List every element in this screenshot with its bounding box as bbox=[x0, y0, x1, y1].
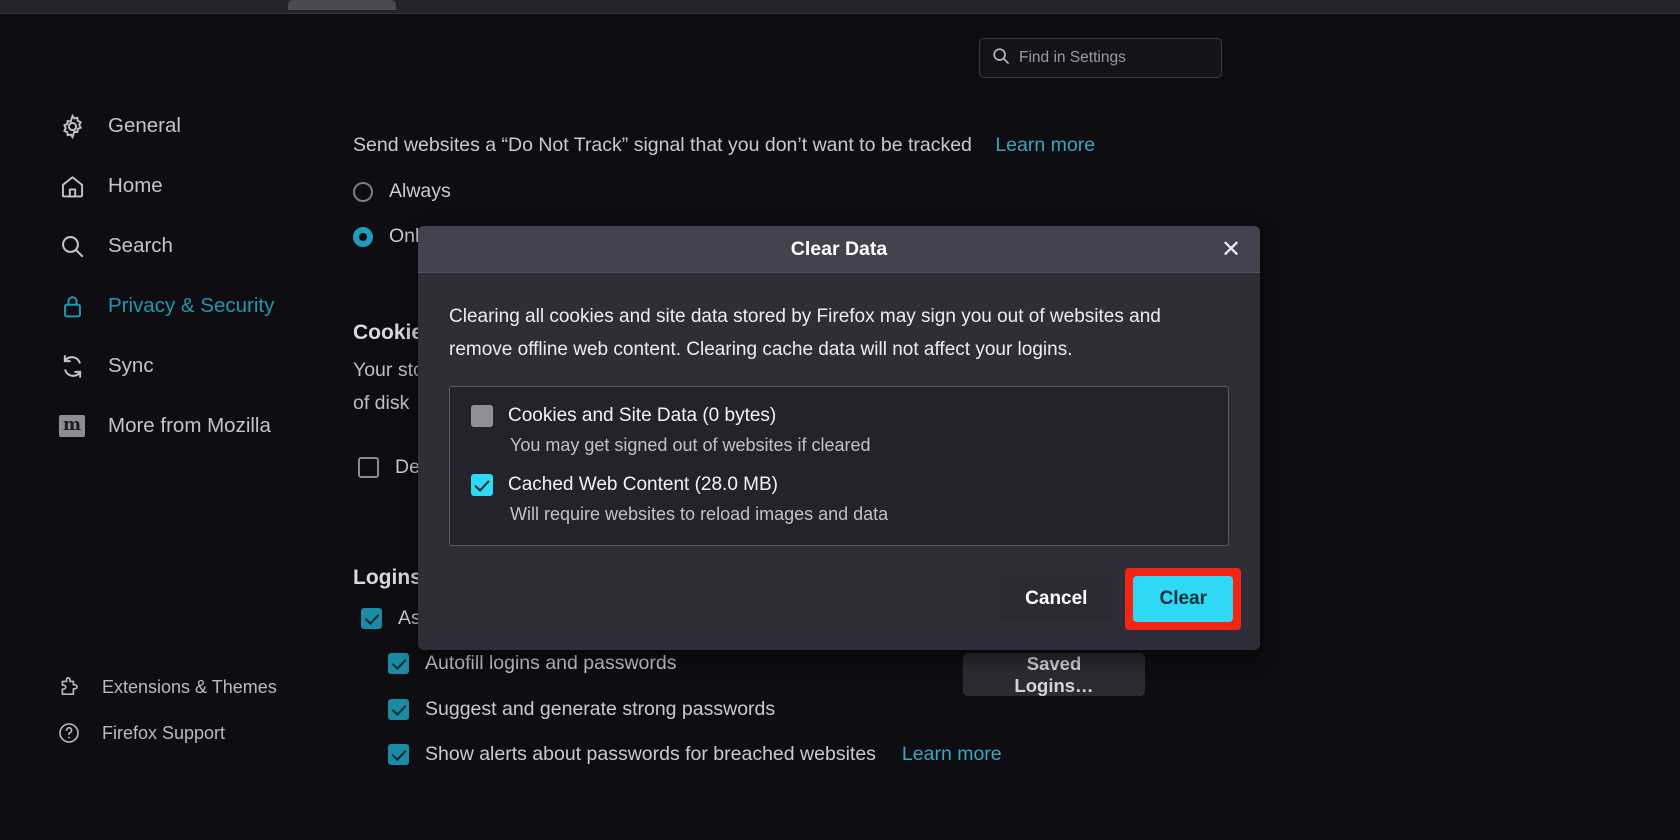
checkbox-indicator bbox=[388, 653, 409, 674]
puzzle-icon bbox=[56, 674, 82, 700]
browser-toolbar-strip bbox=[0, 0, 1680, 14]
radio-label: Always bbox=[389, 180, 451, 202]
sidebar-item-label: Sync bbox=[108, 354, 154, 377]
sidebar-item-label: General bbox=[108, 114, 181, 137]
checkbox-indicator[interactable] bbox=[471, 474, 493, 497]
lock-icon bbox=[58, 292, 86, 320]
dialog-actions: Cancel Clear bbox=[999, 568, 1241, 630]
learn-more-link-dnt[interactable]: Learn more bbox=[995, 134, 1095, 156]
firefox-settings-window: General Home Search bbox=[0, 0, 1680, 840]
checkbox-indicator bbox=[388, 699, 409, 720]
option-cached-web-content[interactable]: Cached Web Content (28.0 MB) Will requir… bbox=[471, 474, 1207, 525]
cancel-button[interactable]: Cancel bbox=[999, 576, 1114, 622]
logins-section-heading: Logins bbox=[353, 566, 422, 589]
option-label: Cached Web Content (28.0 MB) bbox=[508, 474, 779, 496]
sidebar-item-firefox-support[interactable]: Firefox Support bbox=[0, 712, 310, 754]
sidebar-item-label: More from Mozilla bbox=[108, 414, 271, 437]
sidebar-item-label: Extensions & Themes bbox=[102, 676, 277, 697]
checkbox-indicator[interactable] bbox=[471, 405, 493, 428]
do-not-track-description: Send websites a “Do Not Track” signal th… bbox=[353, 134, 1095, 157]
sidebar-item-label: Firefox Support bbox=[102, 722, 226, 743]
search-icon bbox=[992, 47, 1010, 70]
sidebar-item-label: Privacy & Security bbox=[108, 294, 275, 317]
search-input[interactable] bbox=[1019, 49, 1209, 67]
gear-icon bbox=[58, 112, 86, 140]
clear-button[interactable]: Clear bbox=[1133, 576, 1233, 622]
radio-indicator bbox=[353, 181, 373, 202]
search-icon bbox=[58, 232, 86, 260]
clear-data-dialog: Clear Data ✕ Clearing all cookies and si… bbox=[418, 226, 1260, 650]
home-icon bbox=[58, 172, 86, 200]
dialog-title: Clear Data bbox=[790, 237, 888, 260]
clear-data-options-list: Cookies and Site Data (0 bytes) You may … bbox=[449, 386, 1229, 547]
radio-option-always[interactable]: Always bbox=[353, 180, 451, 203]
browser-tab[interactable] bbox=[288, 0, 396, 10]
checkbox-indicator bbox=[388, 744, 409, 765]
sync-icon bbox=[58, 352, 86, 380]
mozilla-icon: m bbox=[58, 412, 86, 440]
sidebar-item-label: Search bbox=[108, 234, 173, 257]
cookies-description-line-1: Your sto bbox=[353, 359, 424, 381]
option-sublabel: You may get signed out of websites if cl… bbox=[510, 435, 871, 456]
dialog-body: Clearing all cookies and site data store… bbox=[418, 273, 1260, 547]
sidebar-item-extensions-themes[interactable]: Extensions & Themes bbox=[0, 666, 310, 708]
radio-indicator bbox=[353, 226, 373, 247]
sidebar-nav: General Home Search Privacy & Security S… bbox=[0, 104, 310, 464]
close-icon[interactable]: ✕ bbox=[1216, 235, 1246, 265]
checkbox-label: Suggest and generate strong passwords bbox=[425, 698, 776, 720]
logins-checkbox-suggest-strong[interactable]: Suggest and generate strong passwords bbox=[388, 698, 775, 721]
sidebar-footer: Extensions & Themes Firefox Support bbox=[0, 666, 310, 758]
help-circle-icon bbox=[56, 720, 82, 746]
sidebar-item-privacy-security[interactable]: Privacy & Security bbox=[0, 284, 310, 328]
search-box[interactable] bbox=[979, 38, 1222, 78]
sidebar-item-home[interactable]: Home bbox=[0, 164, 310, 208]
clear-button-highlight: Clear bbox=[1125, 568, 1241, 630]
checkbox-label: Show alerts about passwords for breached… bbox=[425, 743, 876, 765]
option-cookies-and-site-data[interactable]: Cookies and Site Data (0 bytes) You may … bbox=[471, 405, 1207, 456]
cookies-description-line-2: of disk bbox=[353, 392, 410, 414]
sidebar-item-more-from-mozilla[interactable]: m More from Mozilla bbox=[0, 404, 310, 448]
do-not-track-text: Send websites a “Do Not Track” signal th… bbox=[353, 134, 972, 156]
option-sublabel: Will require websites to reload images a… bbox=[510, 504, 889, 525]
checkbox-indicator bbox=[358, 457, 379, 478]
checkbox-indicator bbox=[361, 608, 382, 629]
logins-checkbox-breach-alerts[interactable]: Show alerts about passwords for breached… bbox=[388, 743, 1002, 766]
sidebar-item-label: Home bbox=[108, 174, 163, 197]
sidebar-item-sync[interactable]: Sync bbox=[0, 344, 310, 388]
option-label: Cookies and Site Data (0 bytes) bbox=[508, 405, 777, 427]
sidebar-item-general[interactable]: General bbox=[0, 104, 310, 148]
learn-more-link-breach[interactable]: Learn more bbox=[902, 743, 1002, 766]
dialog-title-bar: Clear Data ✕ bbox=[418, 226, 1260, 273]
sidebar-item-search[interactable]: Search bbox=[0, 224, 310, 268]
dialog-description: Clearing all cookies and site data store… bbox=[449, 306, 1161, 360]
settings-page: General Home Search bbox=[0, 14, 1680, 840]
cookies-section-heading: Cookie bbox=[353, 321, 424, 344]
